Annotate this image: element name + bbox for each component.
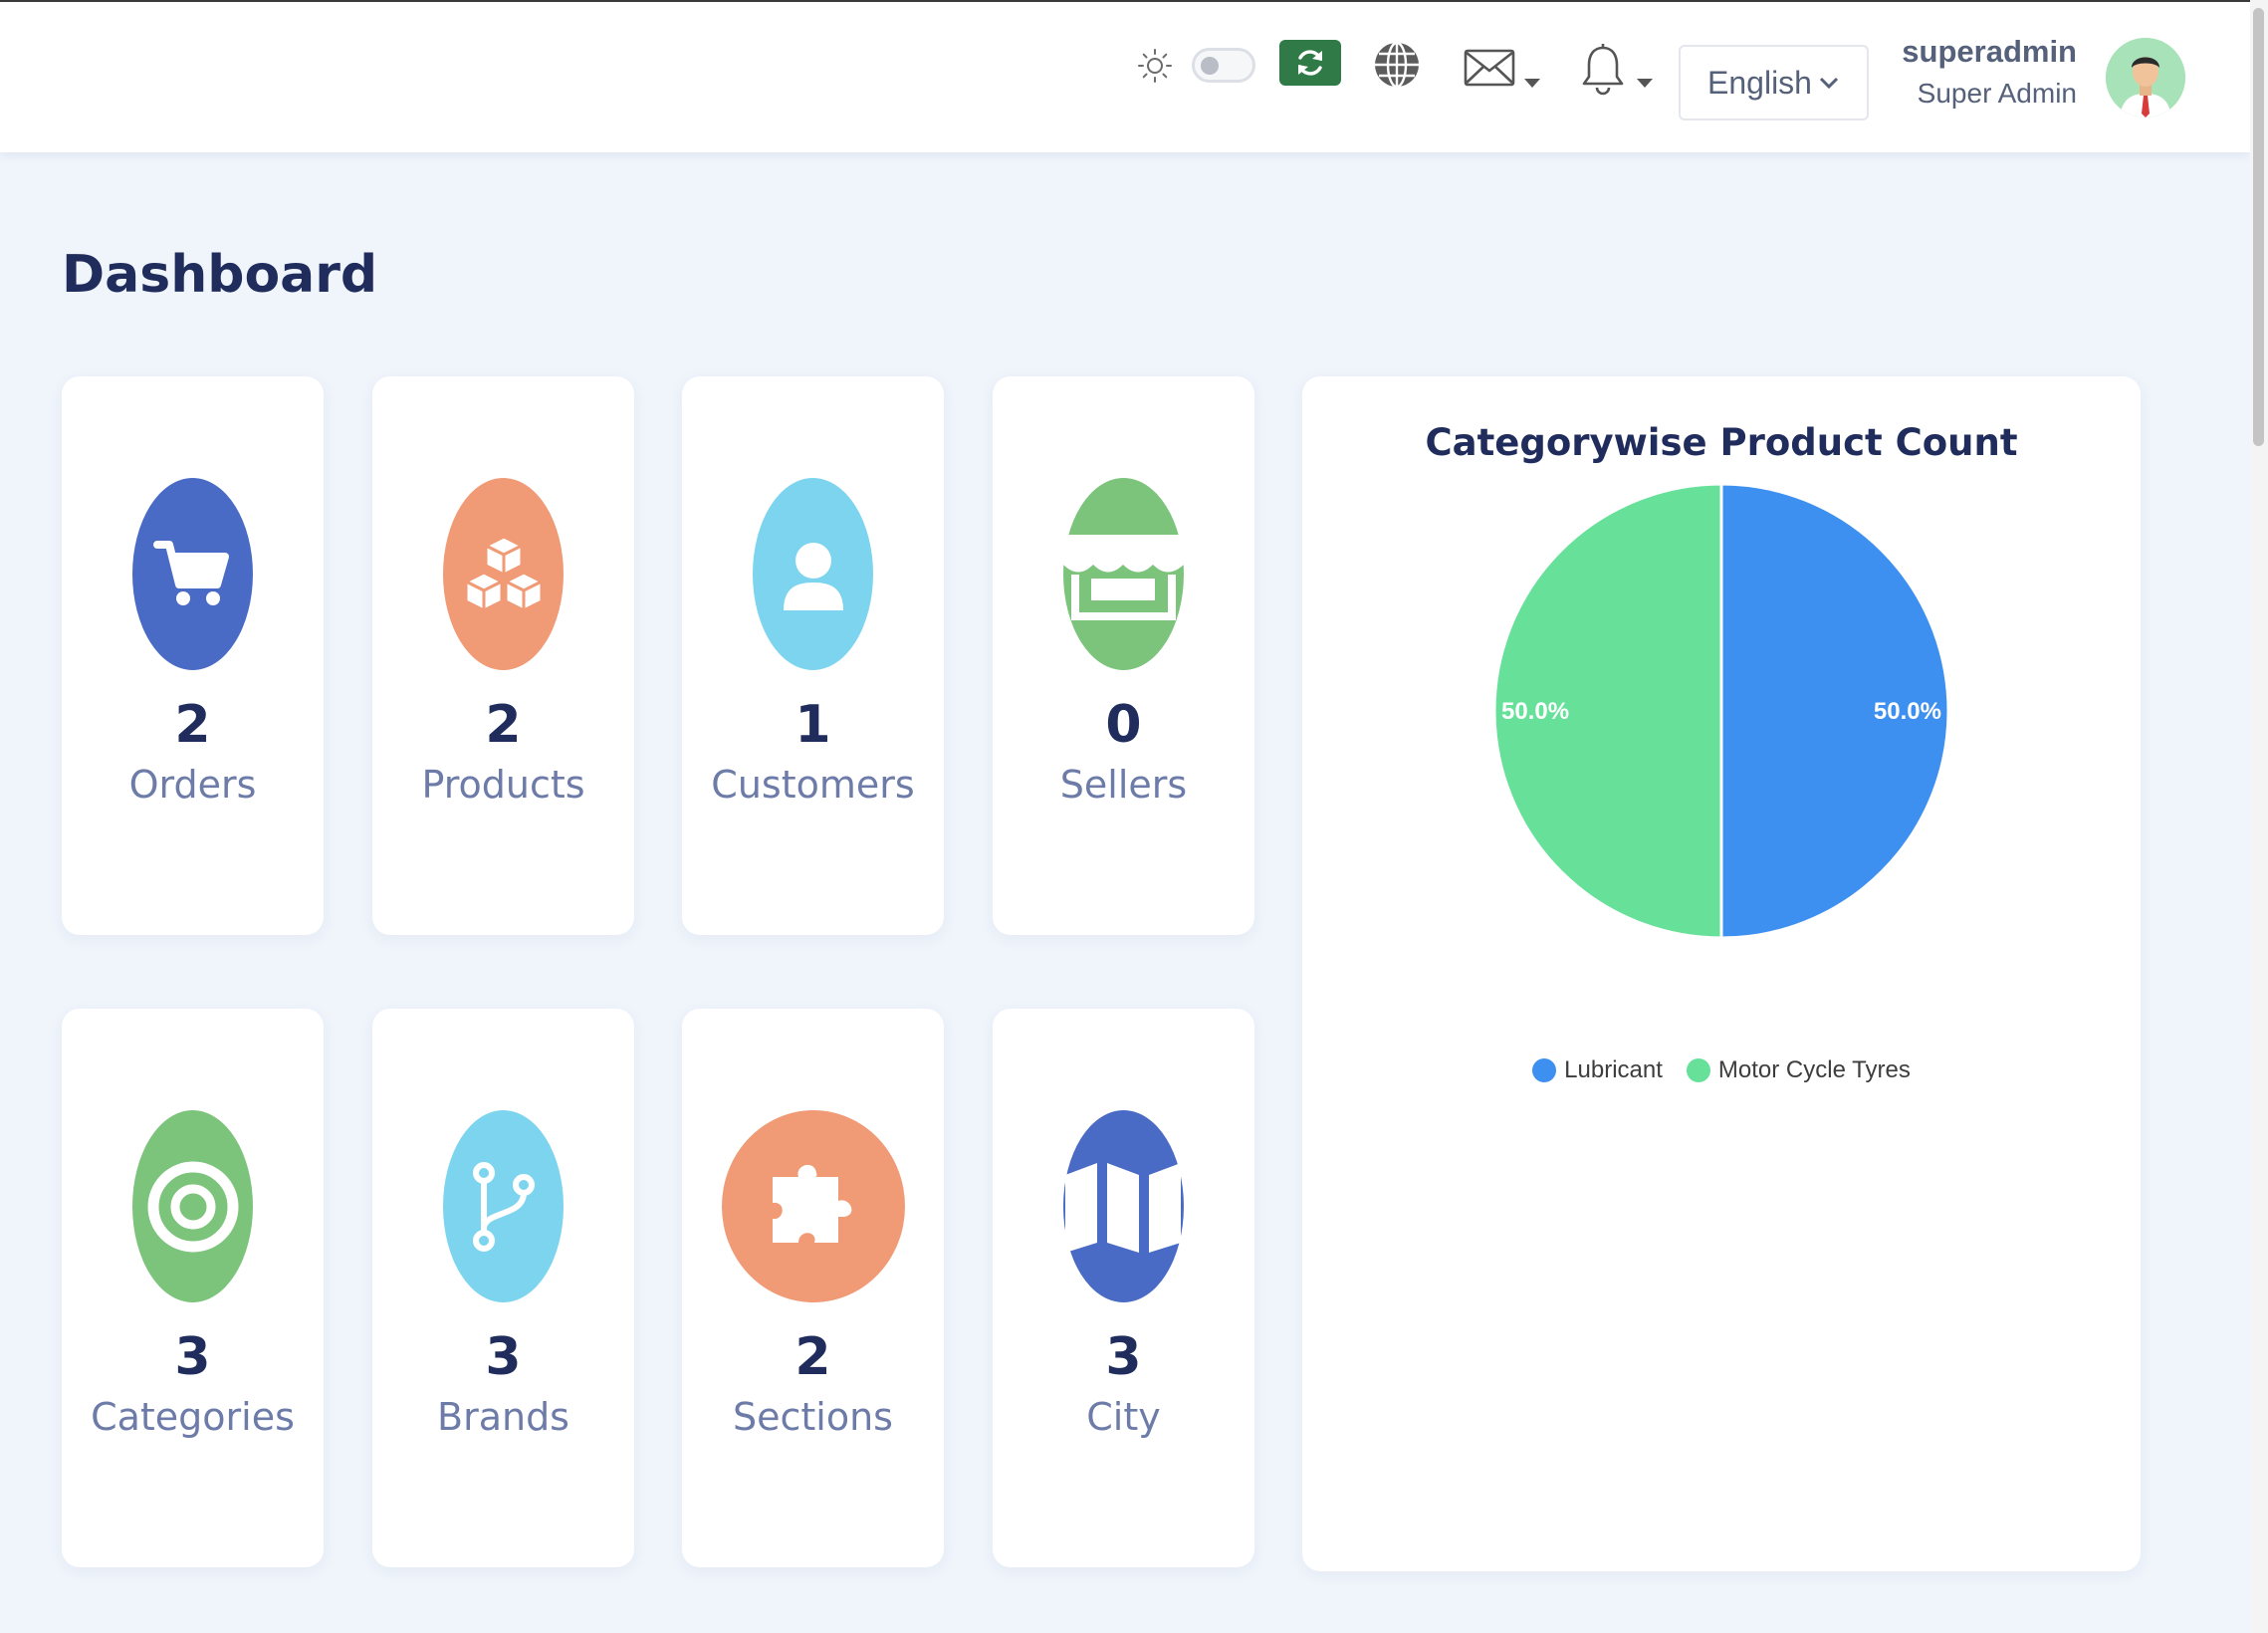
stat-label: Sections [733, 1395, 893, 1439]
stat-card-city[interactable]: 3 City [993, 1009, 1254, 1567]
chart-legend: Lubricant Motor Cycle Tyres [1302, 1056, 2141, 1084]
user-name[interactable]: superadmin [1872, 34, 2077, 70]
stat-count: 3 [1105, 1327, 1142, 1387]
language-select[interactable]: English [1679, 45, 1869, 120]
stat-card-sellers[interactable]: 0 Sellers [993, 376, 1254, 935]
stat-count: 0 [1105, 695, 1142, 755]
stat-card-sections[interactable]: 2 Sections [682, 1009, 944, 1567]
page-title: Dashboard [62, 245, 378, 305]
stat-count: 2 [794, 1327, 831, 1387]
stat-label: Orders [128, 763, 257, 807]
scrollbar-thumb[interactable] [2253, 8, 2264, 446]
stat-count: 2 [485, 695, 522, 755]
legend-swatch [1686, 1058, 1710, 1082]
puzzle-icon [722, 1110, 905, 1302]
pie-slice-label: 50.0% [1501, 698, 1569, 725]
pie-slice-label: 50.0% [1874, 698, 1941, 725]
legend-label: Motor Cycle Tyres [1717, 1056, 1911, 1083]
theme-toggle[interactable] [1192, 48, 1255, 83]
chevron-down-icon [1819, 77, 1839, 90]
refresh-button[interactable] [1279, 40, 1341, 86]
sun-icon[interactable] [1137, 48, 1173, 84]
chevron-down-icon[interactable] [1523, 74, 1541, 93]
stat-card-products[interactable]: 2 Products [372, 376, 634, 935]
legend-item-motor-cycle-tyres[interactable]: Motor Cycle Tyres [1686, 1056, 1911, 1084]
stat-card-orders[interactable]: 2 Orders [62, 376, 324, 935]
user-role: Super Admin [1917, 78, 2077, 109]
avatar[interactable] [2106, 38, 2185, 117]
top-navbar: English superadmin Super Admin [0, 0, 2250, 152]
chevron-down-icon[interactable] [1636, 74, 1654, 93]
bell-icon[interactable] [1579, 42, 1627, 98]
user-icon [753, 478, 873, 670]
legend-label: Lubricant [1564, 1056, 1663, 1083]
store-icon [1063, 478, 1184, 670]
branch-icon [443, 1110, 564, 1302]
globe-icon[interactable] [1372, 40, 1422, 90]
stat-label: Customers [711, 763, 915, 807]
stat-label: City [1086, 1395, 1161, 1439]
cart-icon [132, 478, 253, 670]
legend-item-lubricant[interactable]: Lubricant [1532, 1056, 1663, 1084]
cubes-icon [443, 478, 564, 670]
stat-count: 3 [174, 1327, 211, 1387]
legend-swatch [1532, 1058, 1557, 1082]
stat-card-brands[interactable]: 3 Brands [372, 1009, 634, 1567]
pie-chart: 50.0% 50.0% [1492, 482, 1950, 940]
stat-label: Brands [437, 1395, 569, 1439]
stat-count: 2 [174, 695, 211, 755]
stat-card-categories[interactable]: 3 Categories [62, 1009, 324, 1567]
toggle-knob [1201, 57, 1219, 75]
map-icon [1063, 1110, 1184, 1302]
target-icon [132, 1110, 253, 1302]
stat-count: 3 [485, 1327, 522, 1387]
stat-label: Categories [91, 1395, 295, 1439]
stat-count: 1 [794, 695, 831, 755]
refresh-icon [1298, 50, 1322, 76]
language-label: English [1707, 64, 1812, 101]
stat-label: Sellers [1059, 763, 1188, 807]
stat-card-customers[interactable]: 1 Customers [682, 376, 944, 935]
envelope-icon[interactable] [1464, 48, 1515, 88]
category-chart-card: Categorywise Product Count 50.0% 50.0% Lu… [1302, 376, 2141, 1571]
stat-label: Products [421, 763, 585, 807]
